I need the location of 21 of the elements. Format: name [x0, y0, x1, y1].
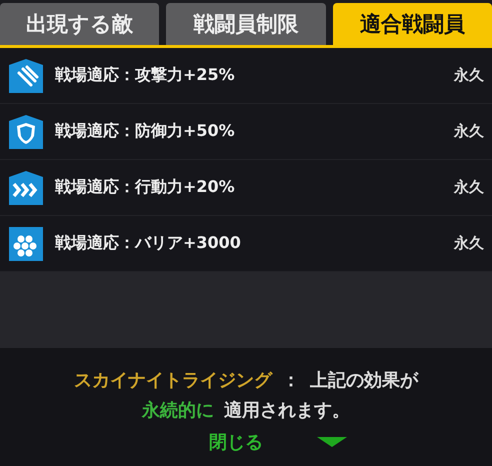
- duration-text: 永久: [454, 122, 484, 141]
- tab[interactable]: 出現する敵: [0, 3, 160, 45]
- caret-down-icon: [317, 437, 347, 447]
- character-name: スカイナイトライジング: [74, 369, 272, 393]
- effect-label: 戦場適応：バリア+3000: [55, 233, 242, 254]
- shield-icon: [9, 114, 43, 148]
- highlight-text: 永続的に: [142, 399, 214, 423]
- hexagons-icon: [9, 226, 43, 260]
- separator-text: ：: [282, 369, 300, 393]
- duration-text: 永久: [454, 234, 484, 253]
- message-text: 上記の効果が: [310, 369, 418, 393]
- close-button[interactable]: 閉じる: [205, 430, 267, 454]
- tab[interactable]: 戦闘員制限: [166, 3, 326, 45]
- duration-text: 永久: [454, 66, 484, 85]
- effect-label: 戦場適応：防御力+50%: [55, 121, 236, 142]
- duration-text: 永久: [454, 178, 484, 197]
- effect-label: 戦場適応：行動力+20%: [55, 177, 236, 198]
- tab[interactable]: 適合戦闘員: [332, 3, 492, 45]
- message-text: 適用されます。: [224, 399, 350, 423]
- effect-label: 戦場適応：攻撃力+25%: [55, 65, 236, 86]
- chevrons-icon: [9, 170, 43, 204]
